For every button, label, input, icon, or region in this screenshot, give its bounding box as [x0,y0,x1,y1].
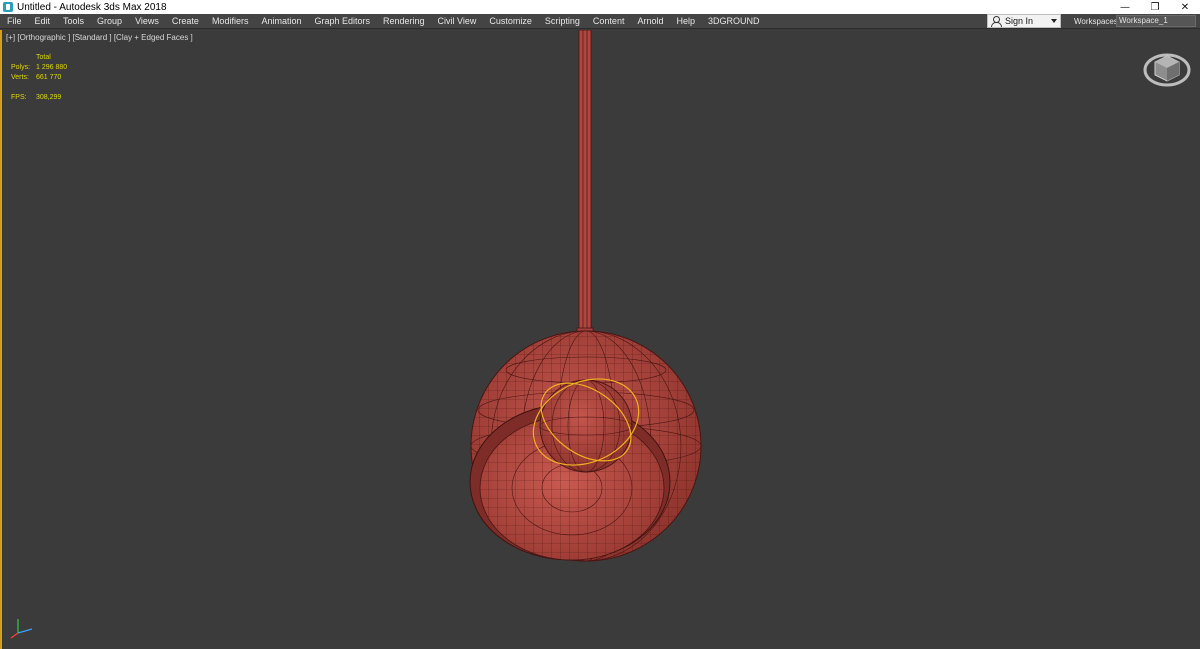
menu-animation[interactable]: Animation [254,14,307,29]
perspective-viewport[interactable]: [+] [Orthographic ] [Standard ] [Clay + … [0,30,1200,649]
menu-group[interactable]: Group [90,14,128,29]
viewport-scene[interactable] [2,30,1200,649]
close-button[interactable]: ✕ [1170,0,1200,14]
menu-file[interactable]: File [0,14,28,29]
workspaces-label: Workspaces: [1074,17,1121,26]
sign-in-label: Sign In [1005,16,1034,26]
user-icon [991,16,1002,27]
minimize-button[interactable]: — [1110,0,1140,14]
menu-views[interactable]: Views [128,14,165,29]
menu-rendering[interactable]: Rendering [376,14,431,29]
scene-statistics: Total Polys: 1 296 880 Verts: 661 770 FPS:… [11,53,67,103]
sign-in-dropdown[interactable]: Sign In [987,14,1061,28]
menu-edit[interactable]: Edit [28,14,57,29]
verts-value: 661 770 [36,74,62,81]
menu-modifiers[interactable]: Modifiers [205,14,255,29]
viewcube-icon[interactable] [1142,50,1192,90]
axis-tripod-icon [10,619,33,639]
viewport-label[interactable]: [+] [Orthographic ] [Standard ] [Clay + … [6,33,193,42]
polys-value: 1 296 880 [36,64,68,71]
title-bar: Untitled - Autodesk 3ds Max 2018 — ❐ ✕ [0,0,1200,14]
fps-label: FPS: [11,94,27,101]
verts-label: Verts: [11,74,29,81]
menu-content[interactable]: Content [586,14,631,29]
window-title: Untitled - Autodesk 3ds Max 2018 [17,1,167,13]
restore-button[interactable]: ❐ [1140,0,1170,14]
menu-create[interactable]: Create [165,14,205,29]
menu-civil-view[interactable]: Civil View [431,14,483,29]
polys-label: Polys: [11,64,31,71]
menu-help[interactable]: Help [669,14,701,29]
window-controls: — ❐ ✕ [1110,0,1200,14]
menu-3dground[interactable]: 3DGROUND [701,14,766,29]
menu-tools[interactable]: Tools [56,14,90,29]
chevron-down-icon [1051,19,1057,23]
menu-graph-editors[interactable]: Graph Editors [307,14,376,29]
stats-header: Total [36,54,51,61]
menu-customize[interactable]: Customize [482,14,538,29]
menu-scripting[interactable]: Scripting [538,14,586,29]
fps-value: 308,299 [36,94,62,101]
workspace-select[interactable]: Workspace_1 [1116,15,1196,27]
app-icon[interactable] [3,2,13,12]
hanging-rod[interactable] [576,30,594,337]
menu-arnold[interactable]: Arnold [630,14,669,29]
